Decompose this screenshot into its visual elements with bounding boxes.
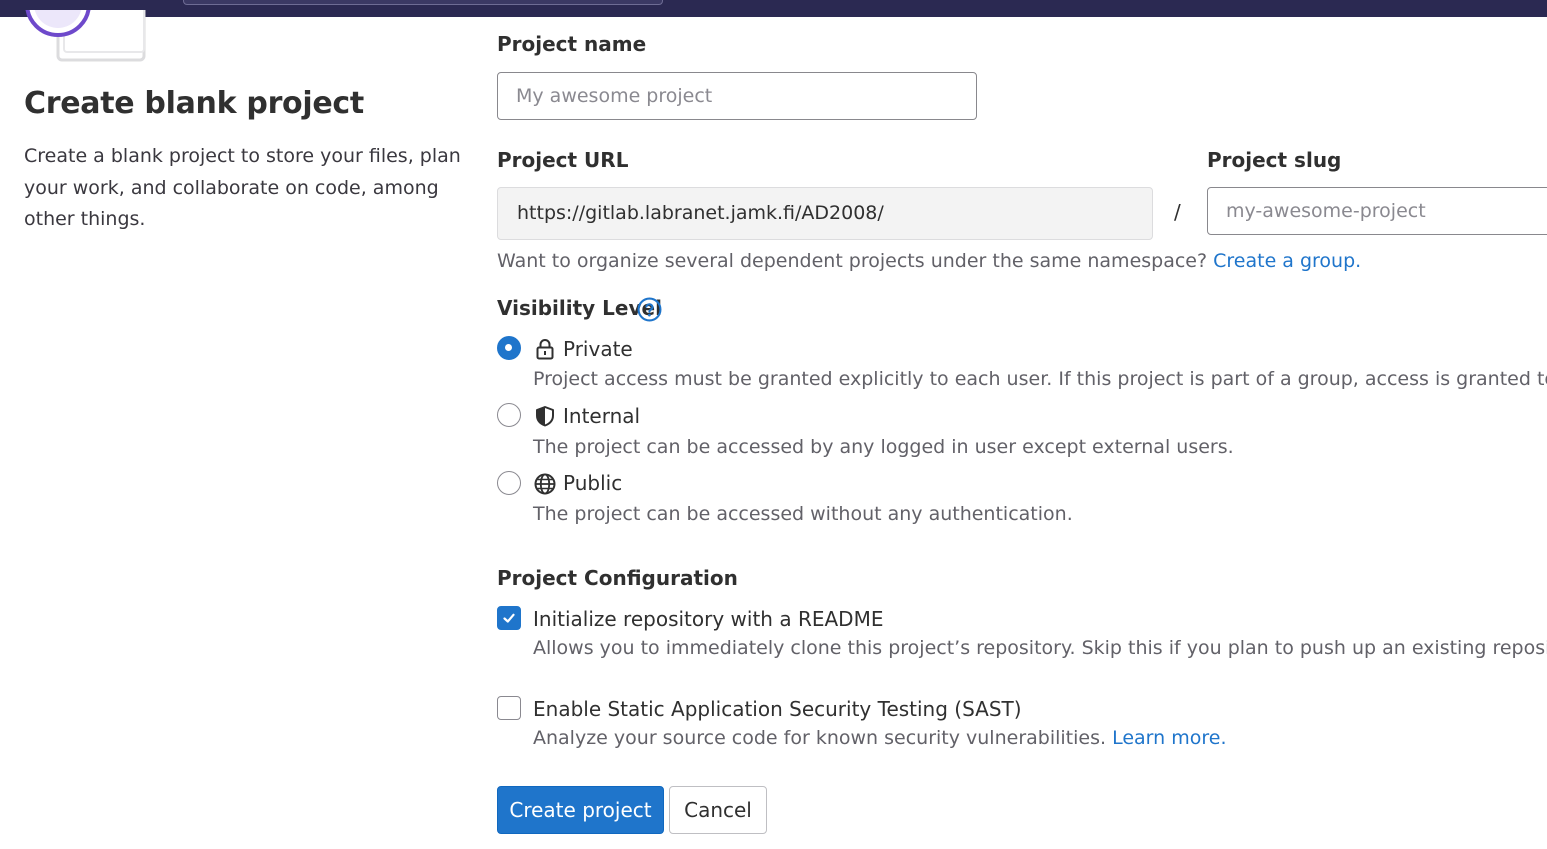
create-group-link[interactable]: Create a group. bbox=[1213, 250, 1361, 272]
sast-description-text: Analyze your source code for known secur… bbox=[533, 727, 1113, 749]
visibility-private-radio[interactable] bbox=[497, 336, 521, 360]
project-name-label: Project name bbox=[497, 32, 647, 56]
top-nav-bar bbox=[0, 0, 1547, 17]
visibility-public-description: The project can be accessed without any … bbox=[533, 503, 1073, 525]
project-slug-input[interactable] bbox=[1207, 187, 1547, 235]
project-url-label: Project URL bbox=[497, 148, 629, 172]
project-name-input[interactable] bbox=[497, 72, 977, 120]
project-configuration-label: Project Configuration bbox=[497, 566, 738, 590]
visibility-internal-description: The project can be accessed by any logge… bbox=[533, 436, 1234, 458]
visibility-private-label[interactable]: Private bbox=[563, 337, 633, 361]
visibility-public-radio[interactable] bbox=[497, 471, 521, 495]
project-url-namespace-field[interactable]: https://gitlab.labranet.jamk.fi/AD2008/ bbox=[497, 187, 1153, 240]
sast-description: Analyze your source code for known secur… bbox=[533, 727, 1226, 749]
globe-icon bbox=[534, 473, 556, 495]
namespace-help-text: Want to organize several dependent proje… bbox=[497, 250, 1361, 272]
question-circle-icon[interactable] bbox=[637, 297, 662, 322]
create-project-button[interactable]: Create project bbox=[497, 786, 664, 834]
url-separator: / bbox=[1174, 200, 1181, 224]
learn-more-link[interactable]: Learn more. bbox=[1112, 727, 1226, 749]
readme-label[interactable]: Initialize repository with a README bbox=[533, 607, 883, 631]
readme-description: Allows you to immediately clone this pro… bbox=[533, 637, 1547, 659]
lock-icon bbox=[536, 339, 554, 360]
top-search-field[interactable] bbox=[183, 0, 663, 5]
visibility-public-label[interactable]: Public bbox=[563, 471, 622, 495]
page-description: Create a blank project to store your fil… bbox=[24, 145, 461, 230]
readme-checkbox[interactable] bbox=[497, 606, 521, 630]
visibility-internal-radio[interactable] bbox=[497, 403, 521, 427]
visibility-private-description: Project access must be granted explicitl… bbox=[533, 368, 1547, 390]
sast-checkbox[interactable] bbox=[497, 696, 521, 720]
namespace-help-message: Want to organize several dependent proje… bbox=[497, 250, 1214, 272]
cancel-button[interactable]: Cancel bbox=[669, 786, 767, 834]
blank-project-illustration bbox=[25, 10, 146, 62]
shield-icon bbox=[536, 406, 554, 427]
page-title: Create blank project bbox=[24, 86, 364, 121]
sast-label[interactable]: Enable Static Application Security Testi… bbox=[533, 697, 1022, 721]
visibility-internal-label[interactable]: Internal bbox=[563, 404, 640, 428]
checkmark-icon bbox=[503, 613, 515, 623]
project-slug-label: Project slug bbox=[1207, 148, 1342, 172]
